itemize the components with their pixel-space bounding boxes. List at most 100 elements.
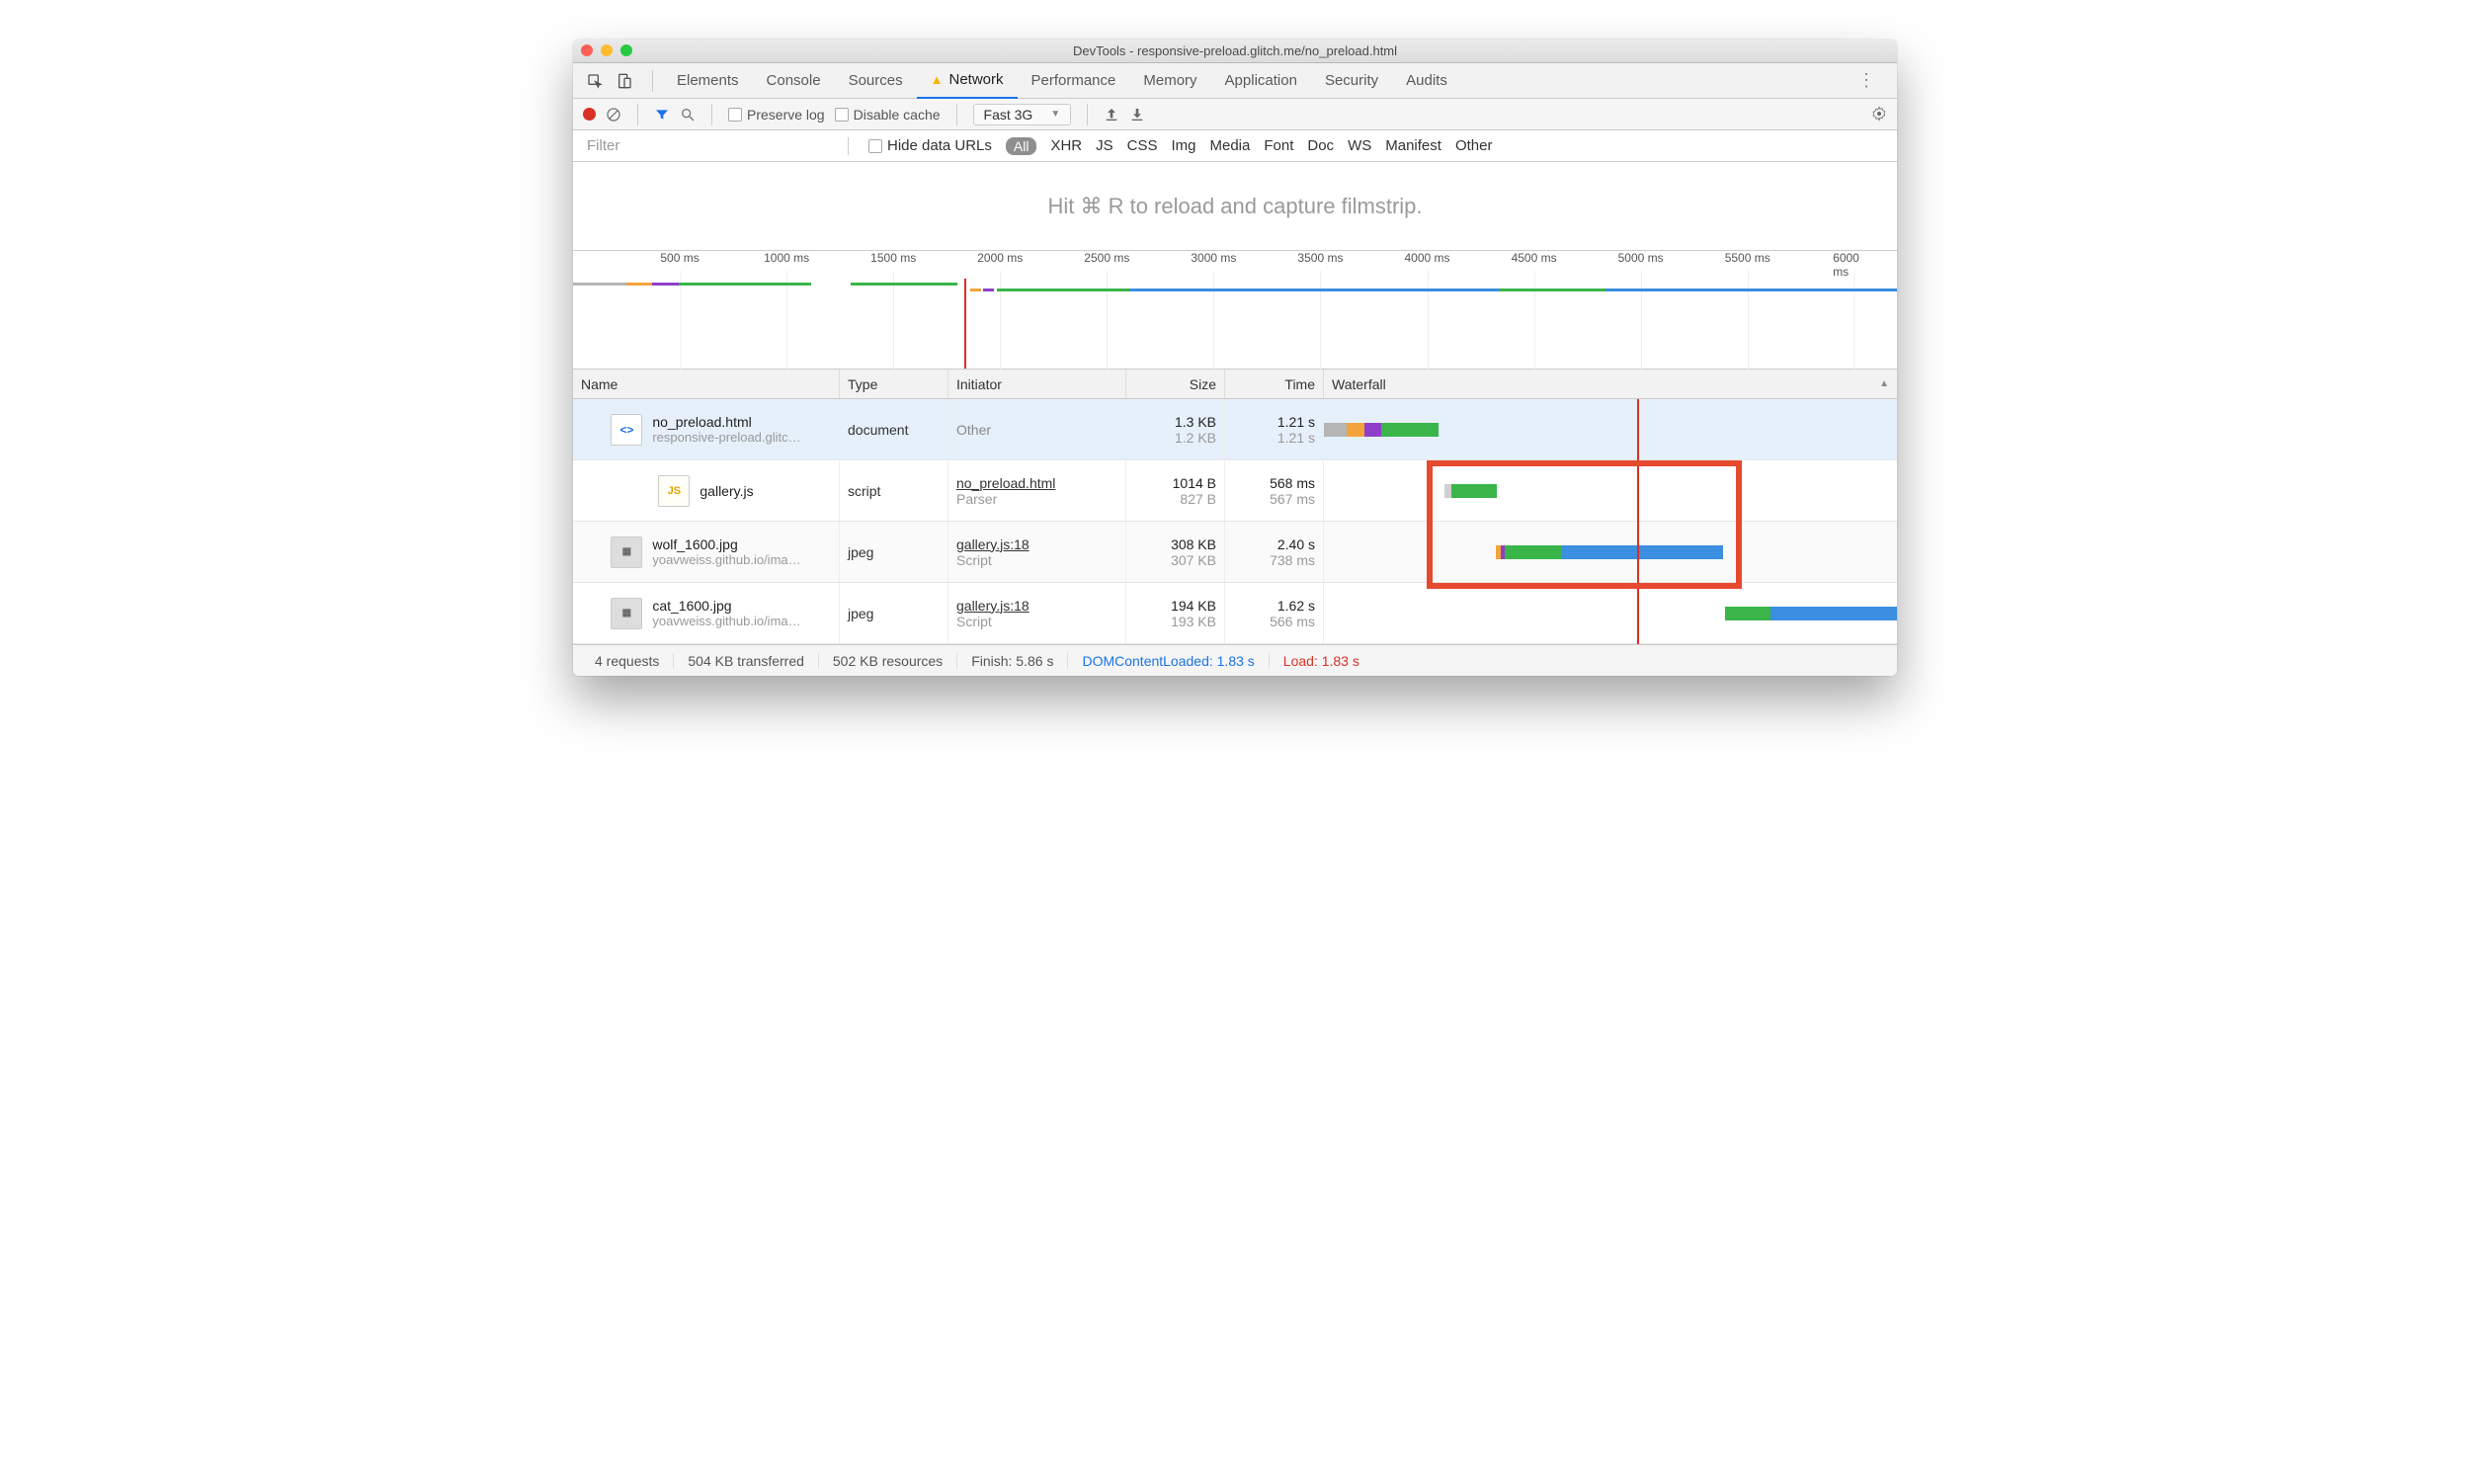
tab-console[interactable]: Console — [753, 63, 835, 99]
window-title: DevTools - responsive-preload.glitch.me/… — [573, 43, 1897, 58]
request-initiator[interactable]: gallery.js:18 — [956, 598, 1117, 614]
table-row[interactable]: <> no_preload.htmlresponsive-preload.glit… — [573, 399, 1897, 460]
request-initiator[interactable]: gallery.js:18 — [956, 536, 1117, 552]
panel-tabs: ElementsConsoleSources▲NetworkPerformanc… — [573, 63, 1897, 99]
load-line — [964, 279, 966, 369]
timeline-tick: 4000 ms — [1405, 251, 1450, 265]
waterfall-cell — [1324, 460, 1897, 521]
zoom-icon[interactable] — [620, 44, 632, 56]
window-controls — [581, 44, 632, 56]
col-type: Type — [840, 370, 948, 398]
record-button[interactable] — [583, 108, 596, 121]
type-filter-css[interactable]: CSS — [1127, 137, 1158, 154]
status-load: Load: 1.83 s — [1270, 653, 1373, 669]
timeline-tick: 3500 ms — [1297, 251, 1343, 265]
request-type: script — [840, 460, 948, 521]
type-filter-media[interactable]: Media — [1210, 137, 1251, 154]
type-filter-ws[interactable]: WS — [1348, 137, 1371, 154]
request-type: jpeg — [840, 522, 948, 582]
request-initiator[interactable]: no_preload.html — [956, 475, 1117, 491]
request-type: jpeg — [840, 583, 948, 643]
timeline-tick: 500 ms — [660, 251, 699, 265]
status-dcl: DOMContentLoaded: 1.83 s — [1068, 653, 1269, 669]
timeline-tick: 5500 ms — [1725, 251, 1770, 265]
devtools-window: DevTools - responsive-preload.glitch.me/… — [573, 40, 1897, 676]
settings-gear-icon[interactable] — [1871, 106, 1887, 124]
timeline-tick: 2000 ms — [977, 251, 1023, 265]
tab-sources[interactable]: Sources — [835, 63, 917, 99]
device-toggle-icon[interactable] — [617, 72, 632, 89]
filter-icon[interactable] — [654, 106, 670, 123]
request-host: responsive-preload.glitc… — [652, 430, 800, 445]
request-name: wolf_1600.jpg — [652, 536, 800, 552]
throttling-select[interactable]: Fast 3G▼ — [973, 104, 1072, 125]
col-time: Time — [1225, 370, 1324, 398]
request-name: no_preload.html — [652, 414, 800, 430]
table-row[interactable]: ▦cat_1600.jpgyoavweiss.github.io/ima…jpe… — [573, 583, 1897, 644]
tab-audits[interactable]: Audits — [1392, 63, 1461, 99]
kebab-menu-icon[interactable]: ⋮ — [1846, 70, 1889, 91]
waterfall-cell — [1324, 583, 1897, 643]
close-icon[interactable] — [581, 44, 593, 56]
filter-bar: Hide data URLs All XHR JS CSS Img Media Font Do… — [573, 130, 1897, 162]
status-bar: 4 requests 504 KB transferred 502 KB res… — [573, 644, 1897, 676]
type-filter-js[interactable]: JS — [1096, 137, 1113, 154]
status-resources: 502 KB resources — [819, 653, 957, 669]
request-time: 568 ms567 ms — [1225, 460, 1324, 521]
type-filter-all[interactable]: All — [1006, 137, 1037, 155]
download-har-icon[interactable] — [1129, 106, 1145, 123]
type-filter-manifest[interactable]: Manifest — [1385, 137, 1441, 154]
timeline-tick: 2500 ms — [1084, 251, 1129, 265]
type-filter-img[interactable]: Img — [1171, 137, 1195, 154]
filter-input[interactable] — [581, 135, 828, 157]
table-row[interactable]: ▦wolf_1600.jpgyoavweiss.github.io/ima…jp… — [573, 522, 1897, 583]
type-filter-other[interactable]: Other — [1455, 137, 1493, 154]
request-size: 1.3 KB1.2 KB — [1126, 399, 1225, 459]
tab-application[interactable]: Application — [1211, 63, 1311, 99]
waterfall-cell — [1324, 399, 1897, 459]
col-size: Size — [1126, 370, 1225, 398]
type-filter-font[interactable]: Font — [1264, 137, 1293, 154]
tab-performance[interactable]: Performance — [1018, 63, 1130, 99]
request-type: document — [840, 399, 948, 459]
inspect-icon[interactable] — [587, 72, 603, 89]
col-waterfall: Waterfall▲ — [1324, 370, 1897, 398]
preserve-log-checkbox[interactable]: Preserve log — [728, 107, 825, 123]
type-filter-xhr[interactable]: XHR — [1050, 137, 1082, 154]
request-initiator: Other — [956, 422, 1117, 438]
request-size: 194 KB193 KB — [1126, 583, 1225, 643]
html-file-icon: <> — [611, 414, 642, 446]
filmstrip-hint: Hit ⌘ R to reload and capture filmstrip. — [573, 162, 1897, 251]
sort-indicator-icon: ▲ — [1879, 378, 1889, 389]
tab-network[interactable]: ▲Network — [917, 63, 1018, 99]
load-line — [1637, 399, 1639, 644]
timeline-tick: 5000 ms — [1618, 251, 1664, 265]
search-icon[interactable] — [680, 106, 696, 123]
status-finish: Finish: 5.86 s — [957, 653, 1068, 669]
timeline-overview[interactable]: 500 ms1000 ms1500 ms2000 ms2500 ms3000 m… — [573, 251, 1897, 370]
js-file-icon: JS — [658, 475, 690, 507]
clear-icon[interactable] — [606, 106, 621, 123]
tab-memory[interactable]: Memory — [1129, 63, 1210, 99]
timeline-tick: 4500 ms — [1512, 251, 1557, 265]
requests-table: <>no_preload.htmlresponsive-preload.glit… — [573, 399, 1897, 644]
disable-cache-checkbox[interactable]: Disable cache — [835, 107, 941, 123]
hide-data-urls-checkbox[interactable]: Hide data URLs — [868, 137, 992, 154]
request-time: 1.21 s1.21 s — [1225, 399, 1324, 459]
request-time: 2.40 s738 ms — [1225, 522, 1324, 582]
table-row[interactable]: JSgallery.jsscriptno_preload.htmlParser1… — [573, 460, 1897, 522]
minimize-icon[interactable] — [601, 44, 613, 56]
status-requests: 4 requests — [581, 653, 674, 669]
requests-header[interactable]: Name Type Initiator Size Time Waterfall▲ — [573, 370, 1897, 399]
timeline-tick: 3000 ms — [1191, 251, 1236, 265]
img-file-icon: ▦ — [611, 536, 642, 568]
tab-security[interactable]: Security — [1311, 63, 1392, 99]
upload-har-icon[interactable] — [1104, 106, 1119, 123]
timeline-tick: 1000 ms — [764, 251, 809, 265]
col-name: Name — [573, 370, 840, 398]
request-size: 308 KB307 KB — [1126, 522, 1225, 582]
tab-elements[interactable]: Elements — [663, 63, 753, 99]
type-filter-doc[interactable]: Doc — [1307, 137, 1334, 154]
request-name: cat_1600.jpg — [652, 598, 800, 614]
request-host: yoavweiss.github.io/ima… — [652, 614, 800, 628]
